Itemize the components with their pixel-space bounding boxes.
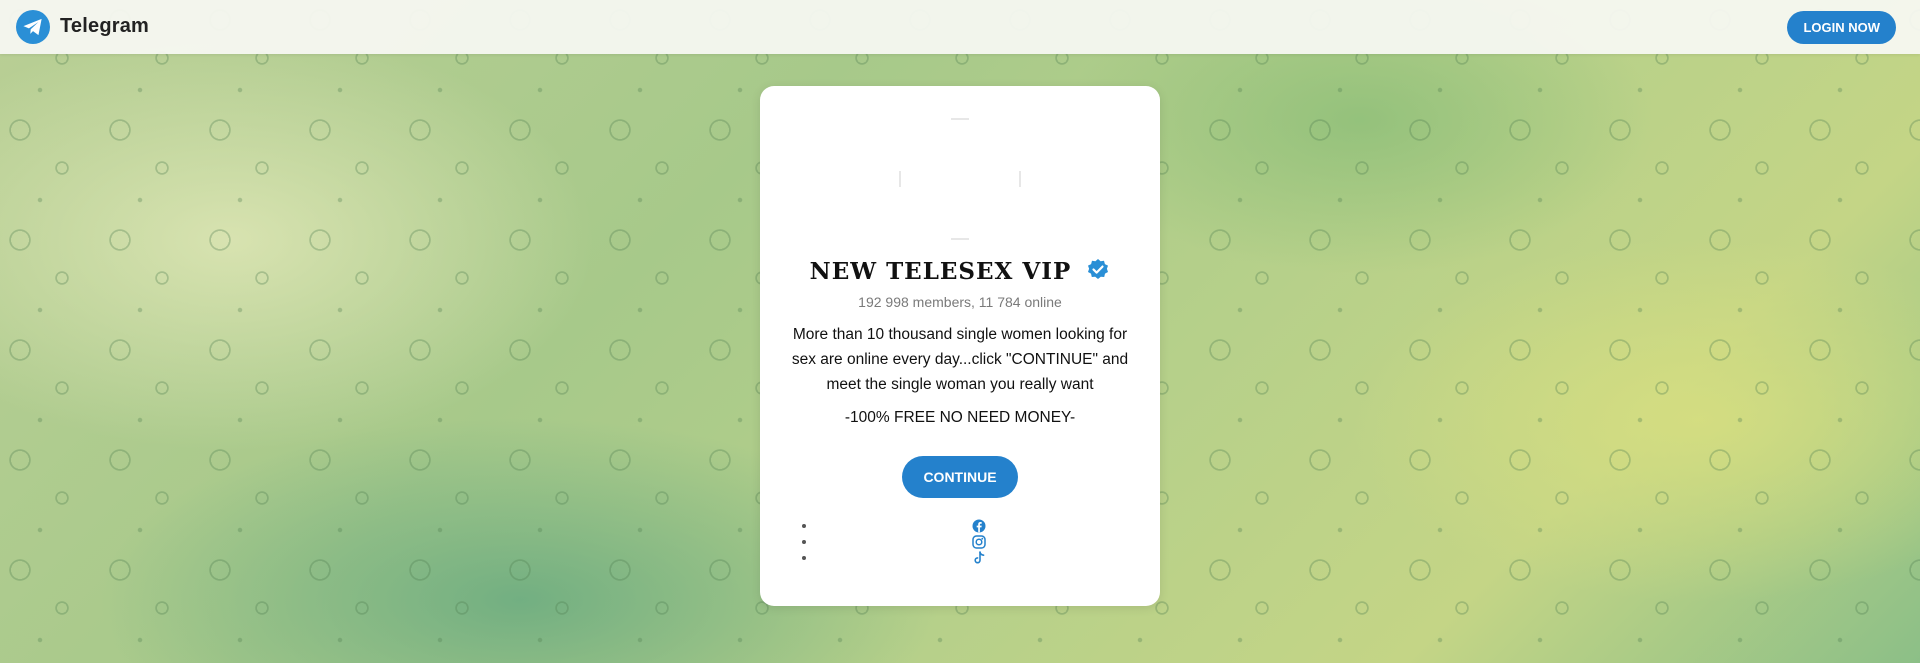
channel-avatar <box>899 118 1021 240</box>
channel-card: NEW TELESEX VIP 192 998 members, 11 784 … <box>760 86 1160 606</box>
channel-title: NEW TELESEX VIP <box>809 258 1072 285</box>
facebook-icon[interactable] <box>972 519 986 533</box>
channel-title-row: NEW TELESEX VIP <box>760 258 1160 288</box>
social-item-tiktok[interactable] <box>760 550 1160 566</box>
instagram-icon[interactable] <box>972 535 986 549</box>
login-button[interactable]: LOGIN NOW <box>1787 11 1896 44</box>
social-item-facebook[interactable] <box>760 518 1160 534</box>
top-bar: Telegram LOGIN NOW <box>0 0 1920 54</box>
social-item-instagram[interactable] <box>760 534 1160 550</box>
brand-name[interactable]: Telegram <box>60 15 149 38</box>
member-count: 192 998 members, 11 784 online <box>858 294 1062 310</box>
social-links <box>760 518 1160 566</box>
channel-description: More than 10 thousand single women looki… <box>791 326 1129 393</box>
list-bullet <box>802 556 806 560</box>
free-notice: -100% FREE NO NEED MONEY- <box>844 409 1076 426</box>
continue-button[interactable]: CONTINUE <box>902 456 1018 498</box>
telegram-logo-icon[interactable] <box>16 10 50 44</box>
verified-badge-icon <box>1086 258 1110 288</box>
tiktok-icon[interactable] <box>972 551 986 565</box>
list-bullet <box>802 540 806 544</box>
list-bullet <box>802 524 806 528</box>
